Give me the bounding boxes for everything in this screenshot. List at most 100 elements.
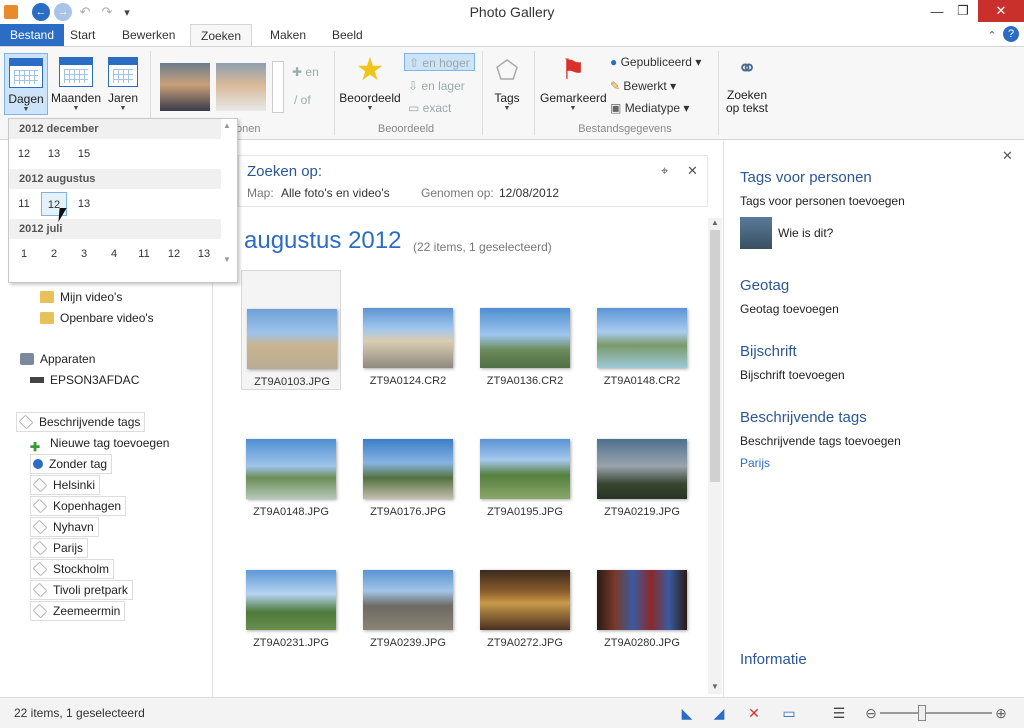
tab-beeld[interactable]: Beeld	[322, 24, 373, 46]
scroll-thumb[interactable]	[710, 230, 720, 482]
higher-button[interactable]: ⇧ en hoger	[404, 53, 475, 71]
day-option[interactable]: 4	[101, 242, 127, 266]
help-icon[interactable]: ?	[1003, 26, 1019, 42]
scroll-down-icon[interactable]: ▼	[223, 255, 231, 264]
nav-my-videos[interactable]: Mijn video's	[40, 287, 122, 307]
rotate-left-icon[interactable]: ◣	[678, 704, 696, 722]
nav-tag-stockholm[interactable]: Stockholm	[30, 559, 115, 579]
add-caption-link[interactable]: Bijschrift toevoegen	[740, 368, 845, 382]
photo-thumbnail[interactable]: ZT9A0219.JPG	[592, 401, 692, 521]
nav-tag-nyhavn[interactable]: Nyhavn	[30, 517, 99, 537]
photo-thumbnail[interactable]: ZT9A0176.JPG	[358, 401, 458, 521]
map-value[interactable]: Alle foto's en video's	[281, 186, 390, 200]
add-descriptive-tags-link[interactable]: Beschrijvende tags toevoegen	[740, 434, 901, 448]
nav-devices[interactable]: Apparaten	[20, 349, 95, 369]
lower-button[interactable]: ⇩ en lager	[408, 77, 465, 95]
years-button[interactable]: Jaren ▼	[104, 53, 142, 115]
published-button[interactable]: ● Gepubliceerd ▾	[610, 53, 701, 71]
rating-button[interactable]: ★ Beoordeeld ▼	[338, 53, 402, 115]
day-option[interactable]: 1	[11, 242, 37, 266]
flagged-button[interactable]: ⚑ Gemarkeerd ▼	[540, 53, 607, 115]
day-option[interactable]: 13	[41, 142, 67, 166]
person-thumbnail-2[interactable]	[216, 63, 266, 111]
day-option[interactable]: 12	[161, 242, 187, 266]
photo-thumbnail[interactable]: ZT9A0136.CR2	[475, 270, 575, 390]
delete-icon[interactable]: ✕	[745, 704, 763, 722]
or-button[interactable]: / of	[294, 91, 311, 109]
scroll-down-icon[interactable]: ▼	[711, 682, 719, 691]
media-type-button[interactable]: ▣ Mediatype ▾	[610, 99, 689, 117]
photo-thumbnail[interactable]: ZT9A0148.CR2	[592, 270, 692, 390]
add-people-tags-link[interactable]: Tags voor personen toevoegen	[740, 194, 905, 208]
photo-image	[480, 439, 570, 499]
title-bar: ← → ↶ ↷ ▾ Photo Gallery — ❐ ✕	[0, 0, 1024, 24]
information-heading[interactable]: Informatie	[740, 651, 807, 668]
photo-thumbnail[interactable]: ZT9A0124.CR2	[358, 270, 458, 390]
tab-start[interactable]: Start	[60, 24, 105, 46]
nav-descriptive-tags[interactable]: Beschrijvende tags	[16, 412, 146, 432]
nav-tag-helsinki[interactable]: Helsinki	[30, 475, 101, 495]
days-button[interactable]: Dagen ▼	[4, 53, 48, 115]
day-option[interactable]: 15	[71, 142, 97, 166]
photo-image	[363, 439, 453, 499]
tab-bestand[interactable]: Bestand	[0, 24, 65, 46]
collapse-ribbon-icon[interactable]: ⌃	[983, 26, 1001, 44]
nav-tag-tivoli[interactable]: Tivoli pretpark	[30, 580, 133, 600]
day-option[interactable]: 11	[131, 242, 157, 266]
day-option[interactable]: 2	[41, 242, 67, 266]
scroll-up-icon[interactable]: ▲	[711, 218, 719, 227]
details-view-icon[interactable]: ☰	[830, 704, 848, 722]
photo-thumbnail[interactable]: ZT9A0231.JPG	[241, 532, 341, 652]
day-option[interactable]: 13	[191, 242, 217, 266]
photo-thumbnail[interactable]: ZT9A0195.JPG	[475, 401, 575, 521]
photo-thumbnail[interactable]: ZT9A0280.JPG	[592, 532, 692, 652]
nav-tag-kopenhagen[interactable]: Kopenhagen	[30, 496, 127, 516]
zoom-in-icon[interactable]: ⊕	[992, 704, 1010, 722]
dropdown-scrollbar[interactable]: ▲ ▼	[221, 119, 235, 269]
slideshow-icon[interactable]: ▭	[780, 704, 798, 722]
who-is-this-link[interactable]: Wie is dit?	[778, 226, 833, 240]
tab-zoeken[interactable]: Zoeken	[190, 24, 253, 47]
zoom-slider[interactable]	[880, 705, 992, 721]
face-thumbnail[interactable]	[740, 217, 772, 249]
photo-thumbnail[interactable]: ZT9A0148.JPG	[241, 401, 341, 521]
search-text-button[interactable]: ⚭ Zoeken op tekst	[722, 53, 772, 115]
photo-thumbnail[interactable]: ZT9A0272.JPG	[475, 532, 575, 652]
day-option[interactable]: 12	[11, 142, 37, 166]
nav-tag-untagged[interactable]: Zonder tag	[30, 454, 113, 474]
date-taken-value[interactable]: 12/08/2012	[499, 186, 559, 200]
close-search-icon[interactable]: ✕	[687, 163, 698, 179]
photo-thumbnail[interactable]: ZT9A0103.JPG	[241, 270, 341, 390]
people-scrollbar[interactable]	[272, 61, 284, 113]
day-option[interactable]: 13	[71, 192, 97, 216]
months-button[interactable]: Maanden ▼	[50, 53, 102, 115]
tab-bewerken[interactable]: Bewerken	[112, 24, 185, 46]
zoom-slider-knob[interactable]	[918, 705, 926, 721]
exact-button[interactable]: ▭ exact	[408, 99, 451, 117]
nav-tag-parijs[interactable]: Parijs	[30, 538, 89, 558]
add-geotag-link[interactable]: Geotag toevoegen	[740, 302, 839, 316]
close-pane-icon[interactable]: ✕	[1002, 148, 1013, 164]
rotate-right-icon[interactable]: ◢	[710, 704, 728, 722]
nav-add-tag[interactable]: ✚ Nieuwe tag toevoegen	[30, 433, 169, 454]
tags-button[interactable]: ⬠ Tags ▼	[488, 53, 526, 115]
gallery-scrollbar[interactable]: ▲ ▼	[708, 218, 722, 694]
scroll-up-icon[interactable]: ▲	[223, 121, 231, 130]
tab-maken[interactable]: Maken	[260, 24, 316, 46]
day-option[interactable]: 3	[71, 242, 97, 266]
maximize-button[interactable]: ❐	[948, 0, 978, 22]
zoom-out-icon[interactable]: ⊖	[862, 704, 880, 722]
close-window-button[interactable]: ✕	[978, 0, 1024, 22]
photo-thumbnail[interactable]: ZT9A0239.JPG	[358, 532, 458, 652]
edited-button[interactable]: ✎ Bewerkt ▾	[610, 77, 676, 95]
day-option[interactable]: 11	[11, 192, 37, 216]
person-thumbnail-1[interactable]	[160, 63, 210, 111]
group-title[interactable]: augustus 2012	[244, 227, 401, 255]
pin-icon[interactable]: ⌖	[661, 163, 668, 179]
nav-public-videos[interactable]: Openbare video's	[40, 308, 154, 328]
nav-device-epson[interactable]: EPSON3AFDAC	[30, 370, 139, 390]
tag-parijs-link[interactable]: Parijs	[740, 456, 770, 470]
and-button[interactable]: ✚ en	[292, 63, 319, 81]
nav-tag-zeemeermin[interactable]: Zeemeermin	[30, 601, 126, 621]
photo-filename: ZT9A0148.JPG	[253, 506, 329, 518]
